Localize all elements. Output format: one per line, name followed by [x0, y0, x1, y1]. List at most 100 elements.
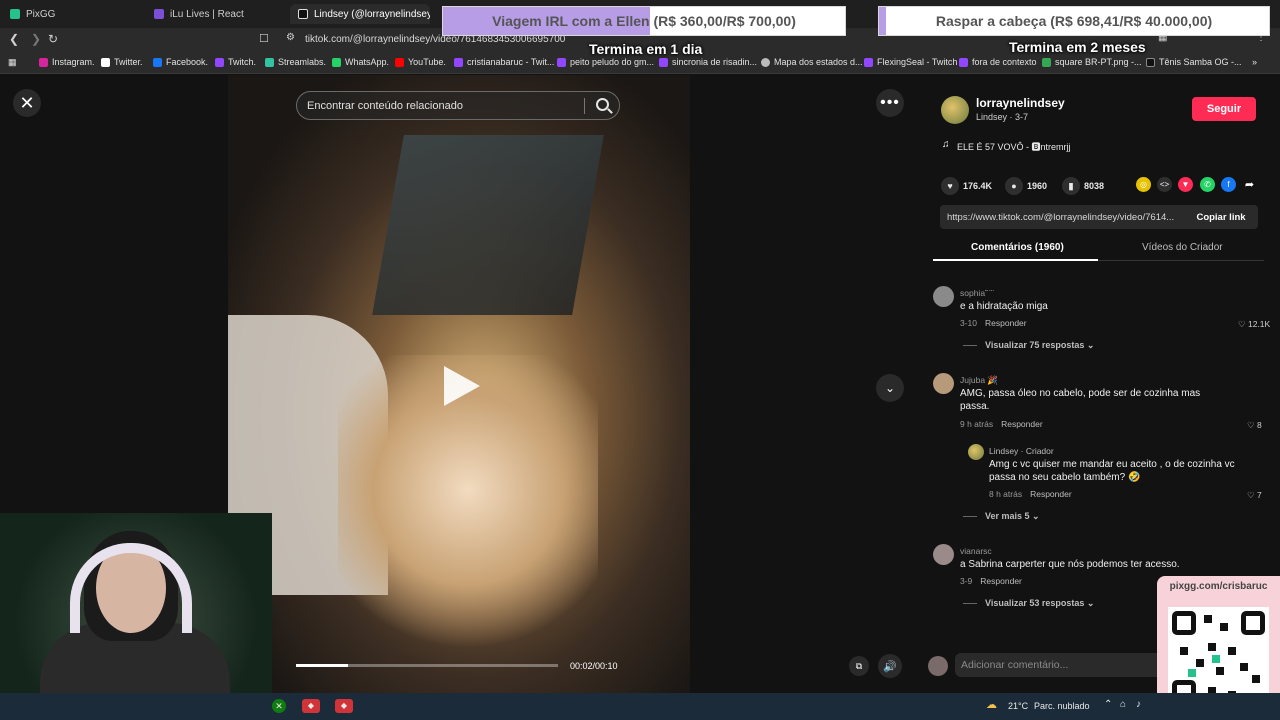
apps-icon[interactable]: ▦: [8, 57, 17, 68]
xbox-icon[interactable]: ✕: [272, 699, 286, 713]
app-icon[interactable]: ◆: [335, 699, 353, 713]
network-icon[interactable]: ⌂: [1120, 699, 1126, 710]
back-icon[interactable]: ❮: [9, 32, 19, 46]
comment-author[interactable]: Jujuba 🎉: [960, 375, 998, 386]
goal-bar-trip: Viagem IRL com a Ellen (R$ 360,00/R$ 700…: [442, 6, 846, 36]
tray-chevron-icon[interactable]: ⌃: [1104, 699, 1112, 710]
bookmark-save-icon: ▮: [1062, 177, 1080, 195]
video-progress-bar[interactable]: [296, 664, 558, 667]
send-icon[interactable]: ▼: [1178, 177, 1193, 192]
my-avatar: [928, 656, 948, 676]
reply-button[interactable]: Responder: [1001, 419, 1043, 429]
related-search-input[interactable]: Encontrar conteúdo relacionado: [296, 91, 620, 120]
follow-button[interactable]: Seguir: [1192, 97, 1256, 121]
goal-deadline: Termina em 2 meses: [1009, 39, 1146, 55]
weather-icon: ☁: [986, 699, 997, 711]
reply-author[interactable]: Lindsey · Criador: [989, 446, 1054, 456]
bookmark-tenis-samba[interactable]: Tênis Samba OG -...: [1146, 57, 1242, 67]
comment-meta: 9 h atrás Responder: [960, 419, 1043, 429]
comment-author[interactable]: vianarsc: [960, 546, 992, 556]
bookmark-twitter[interactable]: Twitter.: [101, 57, 143, 67]
forward-icon[interactable]: ❯: [31, 32, 41, 46]
volume-tray-icon[interactable]: ♪: [1136, 699, 1141, 710]
view-replies[interactable]: Visualizar 75 respostas ⌄: [963, 340, 1094, 351]
active-tab-indicator: [933, 259, 1098, 261]
comment-likes[interactable]: ♡ 12.1K: [1238, 319, 1270, 330]
copy-link-button[interactable]: Copiar link: [1184, 205, 1258, 229]
comment-author[interactable]: sophia˜ ̈ ̈: [960, 288, 993, 298]
add-comment-input[interactable]: Adicionar comentário...: [955, 653, 1160, 677]
reply-likes[interactable]: ♡ 7: [1247, 490, 1262, 501]
bookmark-mapa[interactable]: Mapa dos estados d...: [761, 57, 863, 67]
bookmark-youtube[interactable]: YouTube.: [395, 57, 446, 67]
more-options-icon[interactable]: •••: [876, 89, 904, 117]
comment-text: a Sabrina carperter que nós podemos ter …: [960, 559, 1180, 570]
comment-text: e a hidratação miga: [960, 301, 1048, 312]
reload-icon[interactable]: ↻: [48, 32, 58, 46]
bookmark-icon[interactable]: ☐: [259, 32, 269, 45]
author-avatar[interactable]: [941, 96, 969, 124]
video-time: 00:02/00:10: [570, 661, 618, 671]
bookmark-facebook[interactable]: Facebook.: [153, 57, 208, 67]
avatar[interactable]: [933, 286, 954, 307]
facebook-icon[interactable]: f: [1221, 177, 1236, 192]
author-username[interactable]: lorraynelindsey: [976, 96, 1065, 110]
share-link-field[interactable]: https://www.tiktok.com/@lorraynelindsey/…: [940, 205, 1258, 229]
bookmark-twitch[interactable]: Twitch.: [215, 57, 256, 67]
comment-likes[interactable]: ♡ 8: [1247, 420, 1262, 431]
pixgg-icon: [10, 9, 20, 19]
tab-label: iLu Lives | React: [170, 8, 244, 20]
close-button[interactable]: ✕: [13, 89, 41, 117]
search-icon[interactable]: [596, 98, 609, 111]
bookmark-streamlabs[interactable]: Streamlabs.: [265, 57, 326, 67]
more-bookmarks-icon[interactable]: »: [1252, 57, 1257, 67]
view-replies[interactable]: Visualizar 53 respostas ⌄: [963, 598, 1094, 609]
share-repost-icon[interactable]: ◎: [1136, 177, 1151, 192]
tab-comments[interactable]: Comentários (1960): [971, 242, 1064, 253]
site-settings-icon[interactable]: ⚙: [286, 32, 295, 43]
save-stat[interactable]: ▮ 8038: [1062, 177, 1104, 195]
pip-icon[interactable]: ⧉: [849, 656, 869, 676]
like-stat[interactable]: ♥ 176.4K: [941, 177, 992, 195]
avatar[interactable]: [968, 444, 984, 460]
search-divider: [584, 98, 585, 114]
comment-stat[interactable]: ● 1960: [1005, 177, 1047, 195]
author-subtitle: Lindsey · 3-7: [976, 112, 1029, 122]
bookmark-square[interactable]: square BR-PT.png -...: [1042, 57, 1142, 67]
bookmark-instagram[interactable]: Instagram.: [39, 57, 95, 67]
tiktok-icon: [298, 9, 308, 19]
windows-taskbar: ✕ ◆ ◆ ☁ 21°C Parc. nublado ⌃ ⌂ ♪: [0, 693, 1280, 720]
reply-button[interactable]: Responder: [980, 576, 1022, 586]
goal-text: Viagem IRL com a Ellen (R$ 360,00/R$ 700…: [492, 13, 796, 29]
reply-button[interactable]: Responder: [985, 318, 1027, 328]
bookmark-sincronia[interactable]: sincronia de risadin...: [659, 57, 757, 67]
bookmark-flexingseal[interactable]: FlexingSeal - Twitch: [864, 57, 957, 67]
bookmark-peito-peludo[interactable]: peito peludo do gm...: [557, 57, 654, 67]
bookmark-whatsapp[interactable]: WhatsApp.: [332, 57, 389, 67]
avatar[interactable]: [933, 373, 954, 394]
tab-tiktok[interactable]: Lindsey (@lorraynelindsey ✕: [290, 4, 430, 24]
tab-label: PixGG: [26, 8, 56, 20]
share-arrow-icon[interactable]: ➦: [1242, 177, 1257, 192]
goal-deadline: Termina em 1 dia: [589, 41, 703, 57]
reply-meta: 8 h atrás Responder: [989, 489, 1072, 499]
view-more-replies[interactable]: Ver mais 5 ⌄: [963, 511, 1040, 522]
avatar[interactable]: [933, 544, 954, 565]
next-video-chevron-icon[interactable]: ⌄: [876, 374, 904, 402]
reply-button[interactable]: Responder: [1030, 489, 1072, 499]
music-title[interactable]: ELE É 57 VOVÔ - 🅱ntremrjj: [957, 140, 1071, 153]
reply-text: Amg c vc quiser me mandar eu aceito , o …: [989, 459, 1235, 483]
bookmark-fora-de-contexto[interactable]: fora de contexto: [959, 57, 1037, 67]
bookmark-cristianabaruc[interactable]: cristianabaruc - Twit...: [454, 57, 554, 67]
embed-icon[interactable]: <>: [1157, 177, 1172, 192]
app-icon[interactable]: ◆: [302, 699, 320, 713]
comment-meta: 3-10 Responder: [960, 318, 1027, 328]
whatsapp-icon[interactable]: ✆: [1200, 177, 1215, 192]
tab-pixgg[interactable]: PixGG: [2, 4, 142, 24]
tab-ilu-lives[interactable]: iLu Lives | React: [146, 4, 286, 24]
volume-icon[interactable]: 🔊: [878, 654, 902, 678]
play-icon[interactable]: [444, 366, 480, 406]
tab-label: Lindsey (@lorraynelindsey: [314, 8, 430, 20]
heart-icon: ♥: [941, 177, 959, 195]
tab-creator-videos[interactable]: Vídeos do Criador: [1142, 242, 1223, 253]
